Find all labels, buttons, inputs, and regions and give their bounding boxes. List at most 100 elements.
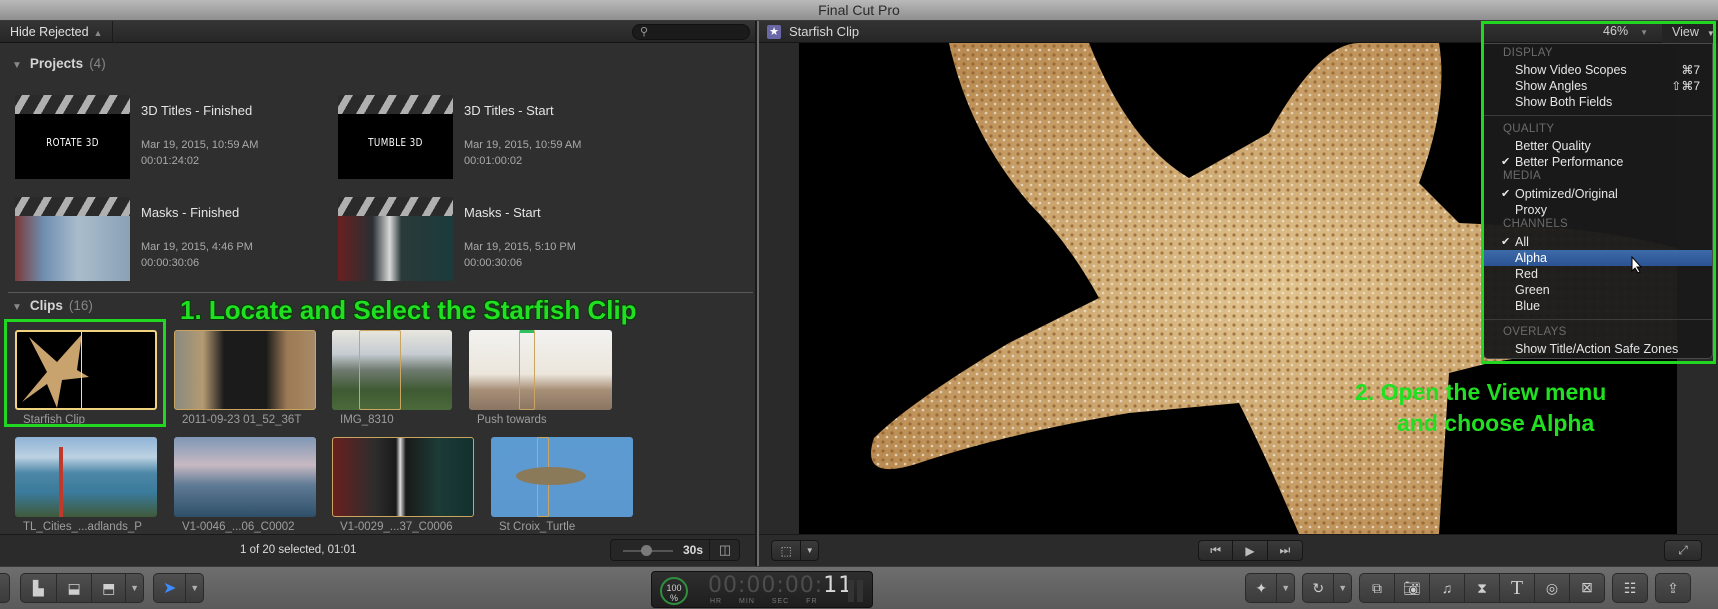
- clip-name: Push towards: [477, 414, 547, 426]
- annotation-highlight-box: [1481, 21, 1716, 364]
- zoom-duration-label: 30s: [683, 543, 704, 557]
- clip-thumbnail: [174, 437, 316, 517]
- audio-meter-icon[interactable]: [848, 580, 864, 602]
- chevron-down-icon[interactable]: ▼: [1334, 574, 1351, 602]
- clip-name: IMG_8310: [340, 414, 394, 426]
- project-duration: 00:00:30:06: [141, 257, 200, 269]
- generators-browser-icon[interactable]: ◎: [1535, 574, 1570, 602]
- disclosure-triangle-icon[interactable]: ▼: [12, 60, 22, 71]
- library-browser-icon[interactable]: ⧉: [1360, 574, 1395, 602]
- clapper-icon: [338, 95, 453, 114]
- clip-item[interactable]: 2011-09-23 01_52_36T: [174, 330, 316, 426]
- transform-icon[interactable]: ⬚: [772, 541, 802, 560]
- insert-clip-icon[interactable]: ⬓: [57, 574, 93, 602]
- project-title: 3D Titles - Finished: [141, 103, 253, 118]
- clip-thumbnail: [469, 330, 612, 410]
- clip-name: 2011-09-23 01_52_36T: [182, 414, 302, 426]
- edit-buttons-group: ▙ ⬓ ⬒ ▼: [20, 573, 144, 603]
- project-duration: 00:00:30:06: [464, 257, 523, 269]
- main-toolbar: ▙ ⬓ ⬒ ▼ ➤ ▼ 100% 00:00:00:11 HR MIN SEC …: [0, 566, 1718, 609]
- project-item[interactable]: TUMBLE 3D 3D Titles - Start Mar 19, 2015…: [338, 95, 638, 185]
- zoom-slider-knob[interactable]: [641, 545, 652, 556]
- clip-name: V1-0029_...37_C0006: [340, 521, 453, 533]
- project-duration: 00:01:00:02: [464, 155, 523, 167]
- project-item[interactable]: Masks - Finished Mar 19, 2015, 4:46 PM 0…: [15, 197, 315, 287]
- arrow-tool-icon[interactable]: ➤: [154, 574, 187, 602]
- filter-popup[interactable]: Hide Rejected ▲: [0, 21, 114, 43]
- search-field[interactable]: ⚲: [632, 24, 750, 40]
- window-title: Final Cut Pro: [818, 2, 900, 18]
- clip-item[interactable]: Push towards: [469, 330, 612, 426]
- project-duration: 00:01:24:02: [141, 155, 200, 167]
- clip-item[interactable]: IMG_8310: [332, 330, 474, 426]
- project-date: Mar 19, 2015, 5:10 PM: [464, 241, 576, 253]
- timecode-display: 00:00:00:11: [708, 573, 853, 598]
- dashboard-timecode[interactable]: 100% 00:00:00:11 HR MIN SEC FR: [651, 571, 873, 608]
- transitions-browser-icon[interactable]: ⧗: [1465, 574, 1500, 602]
- mouse-pointer-icon: [1631, 256, 1643, 274]
- previous-edit-icon[interactable]: ⏮: [1199, 541, 1234, 560]
- viewer-clip-title: Starfish Clip: [789, 24, 860, 39]
- project-item[interactable]: ROTATE 3D 3D Titles - Finished Mar 19, 2…: [15, 95, 315, 185]
- project-thumbnail: [15, 197, 130, 281]
- share-icon[interactable]: ⇪: [1656, 574, 1690, 602]
- browser-status-bar: 1 of 20 selected, 01:01 30s ◫: [0, 534, 755, 566]
- clip-thumbnail: [332, 437, 474, 517]
- toolbar-button-partial[interactable]: [0, 573, 10, 603]
- search-icon: ⚲: [640, 26, 649, 38]
- thumb-text: ROTATE 3D: [46, 136, 99, 149]
- project-date: Mar 19, 2015, 4:46 PM: [141, 241, 253, 253]
- project-date: Mar 19, 2015, 10:59 AM: [464, 139, 582, 151]
- project-title: Masks - Finished: [141, 205, 240, 220]
- clip-item[interactable]: TL_Cities_...adlands_P: [15, 437, 157, 533]
- clip-item[interactable]: St Croix_Turtle: [491, 437, 633, 533]
- clip-item[interactable]: V1-0029_...37_C0006: [332, 437, 474, 533]
- media-browsers-group: ⧉ 📷︎ ♫ ⧗ T ◎ ⊠: [1359, 573, 1605, 603]
- chevron-down-icon[interactable]: ▼: [1277, 574, 1294, 602]
- project-item[interactable]: Masks - Start Mar 19, 2015, 5:10 PM 00:0…: [338, 197, 638, 287]
- background-tasks-indicator[interactable]: 100%: [660, 577, 688, 605]
- inspector-icon[interactable]: ☷: [1613, 574, 1647, 602]
- disclosure-triangle-icon[interactable]: ▼: [12, 302, 22, 313]
- range-selection: [359, 330, 401, 410]
- photo-browser-icon[interactable]: 📷︎: [1395, 574, 1430, 602]
- connect-clip-icon[interactable]: ▙: [21, 574, 57, 602]
- chevron-down-icon[interactable]: ▼: [126, 574, 143, 602]
- project-thumbnail: [338, 197, 453, 281]
- project-thumbnail: TUMBLE 3D: [338, 95, 453, 179]
- clips-section-header[interactable]: ▼ Clips (16): [12, 298, 93, 313]
- clip-name: St Croix_Turtle: [499, 521, 576, 533]
- chevron-down-icon[interactable]: ▼: [186, 574, 203, 602]
- percent-sign: %: [669, 593, 678, 603]
- chevron-down-icon[interactable]: ▼: [801, 541, 818, 560]
- event-browser: Hide Rejected ▲ ⚲ ▼ Projects (4) ROTATE 3D …: [0, 21, 757, 566]
- star-icon: ★: [767, 25, 781, 39]
- updown-arrows-icon: ▲: [93, 28, 103, 38]
- themes-browser-icon[interactable]: ⊠: [1570, 574, 1604, 602]
- thumb-text: TUMBLE 3D: [368, 136, 423, 149]
- timecode-dim-digits: 00:00:00:: [708, 573, 824, 598]
- retime-icon[interactable]: ↻: [1303, 574, 1335, 602]
- filmstrip-settings-icon[interactable]: ◫: [709, 540, 740, 560]
- projects-section-header[interactable]: ▼ Projects (4): [12, 56, 106, 71]
- fullscreen-icon[interactable]: ⤢: [1665, 541, 1701, 560]
- append-clip-icon[interactable]: ⬒: [92, 574, 127, 602]
- clapper-icon: [15, 197, 130, 216]
- magic-wand-icon[interactable]: ✦: [1246, 574, 1278, 602]
- bridge-tower: [59, 447, 63, 517]
- playback-group: ⏮ ▶ ⏭: [1198, 540, 1303, 561]
- project-date: Mar 19, 2015, 10:59 AM: [141, 139, 259, 151]
- turtle-shape: [516, 467, 586, 485]
- thumb-image: [15, 216, 130, 281]
- marker: [520, 330, 534, 333]
- tasks-percent: 100: [666, 583, 682, 593]
- clip-zoom-control: 30s ◫: [610, 539, 740, 561]
- music-browser-icon[interactable]: ♫: [1430, 574, 1465, 602]
- play-icon[interactable]: ▶: [1233, 541, 1268, 560]
- project-thumbnail: ROTATE 3D: [15, 95, 130, 179]
- projects-label: Projects: [29, 56, 84, 71]
- selection-status: 1 of 20 selected, 01:01: [240, 544, 357, 556]
- next-edit-icon[interactable]: ⏭: [1268, 541, 1302, 560]
- clip-item[interactable]: V1-0046_...06_C0002: [174, 437, 316, 533]
- titles-browser-icon[interactable]: T: [1500, 574, 1535, 602]
